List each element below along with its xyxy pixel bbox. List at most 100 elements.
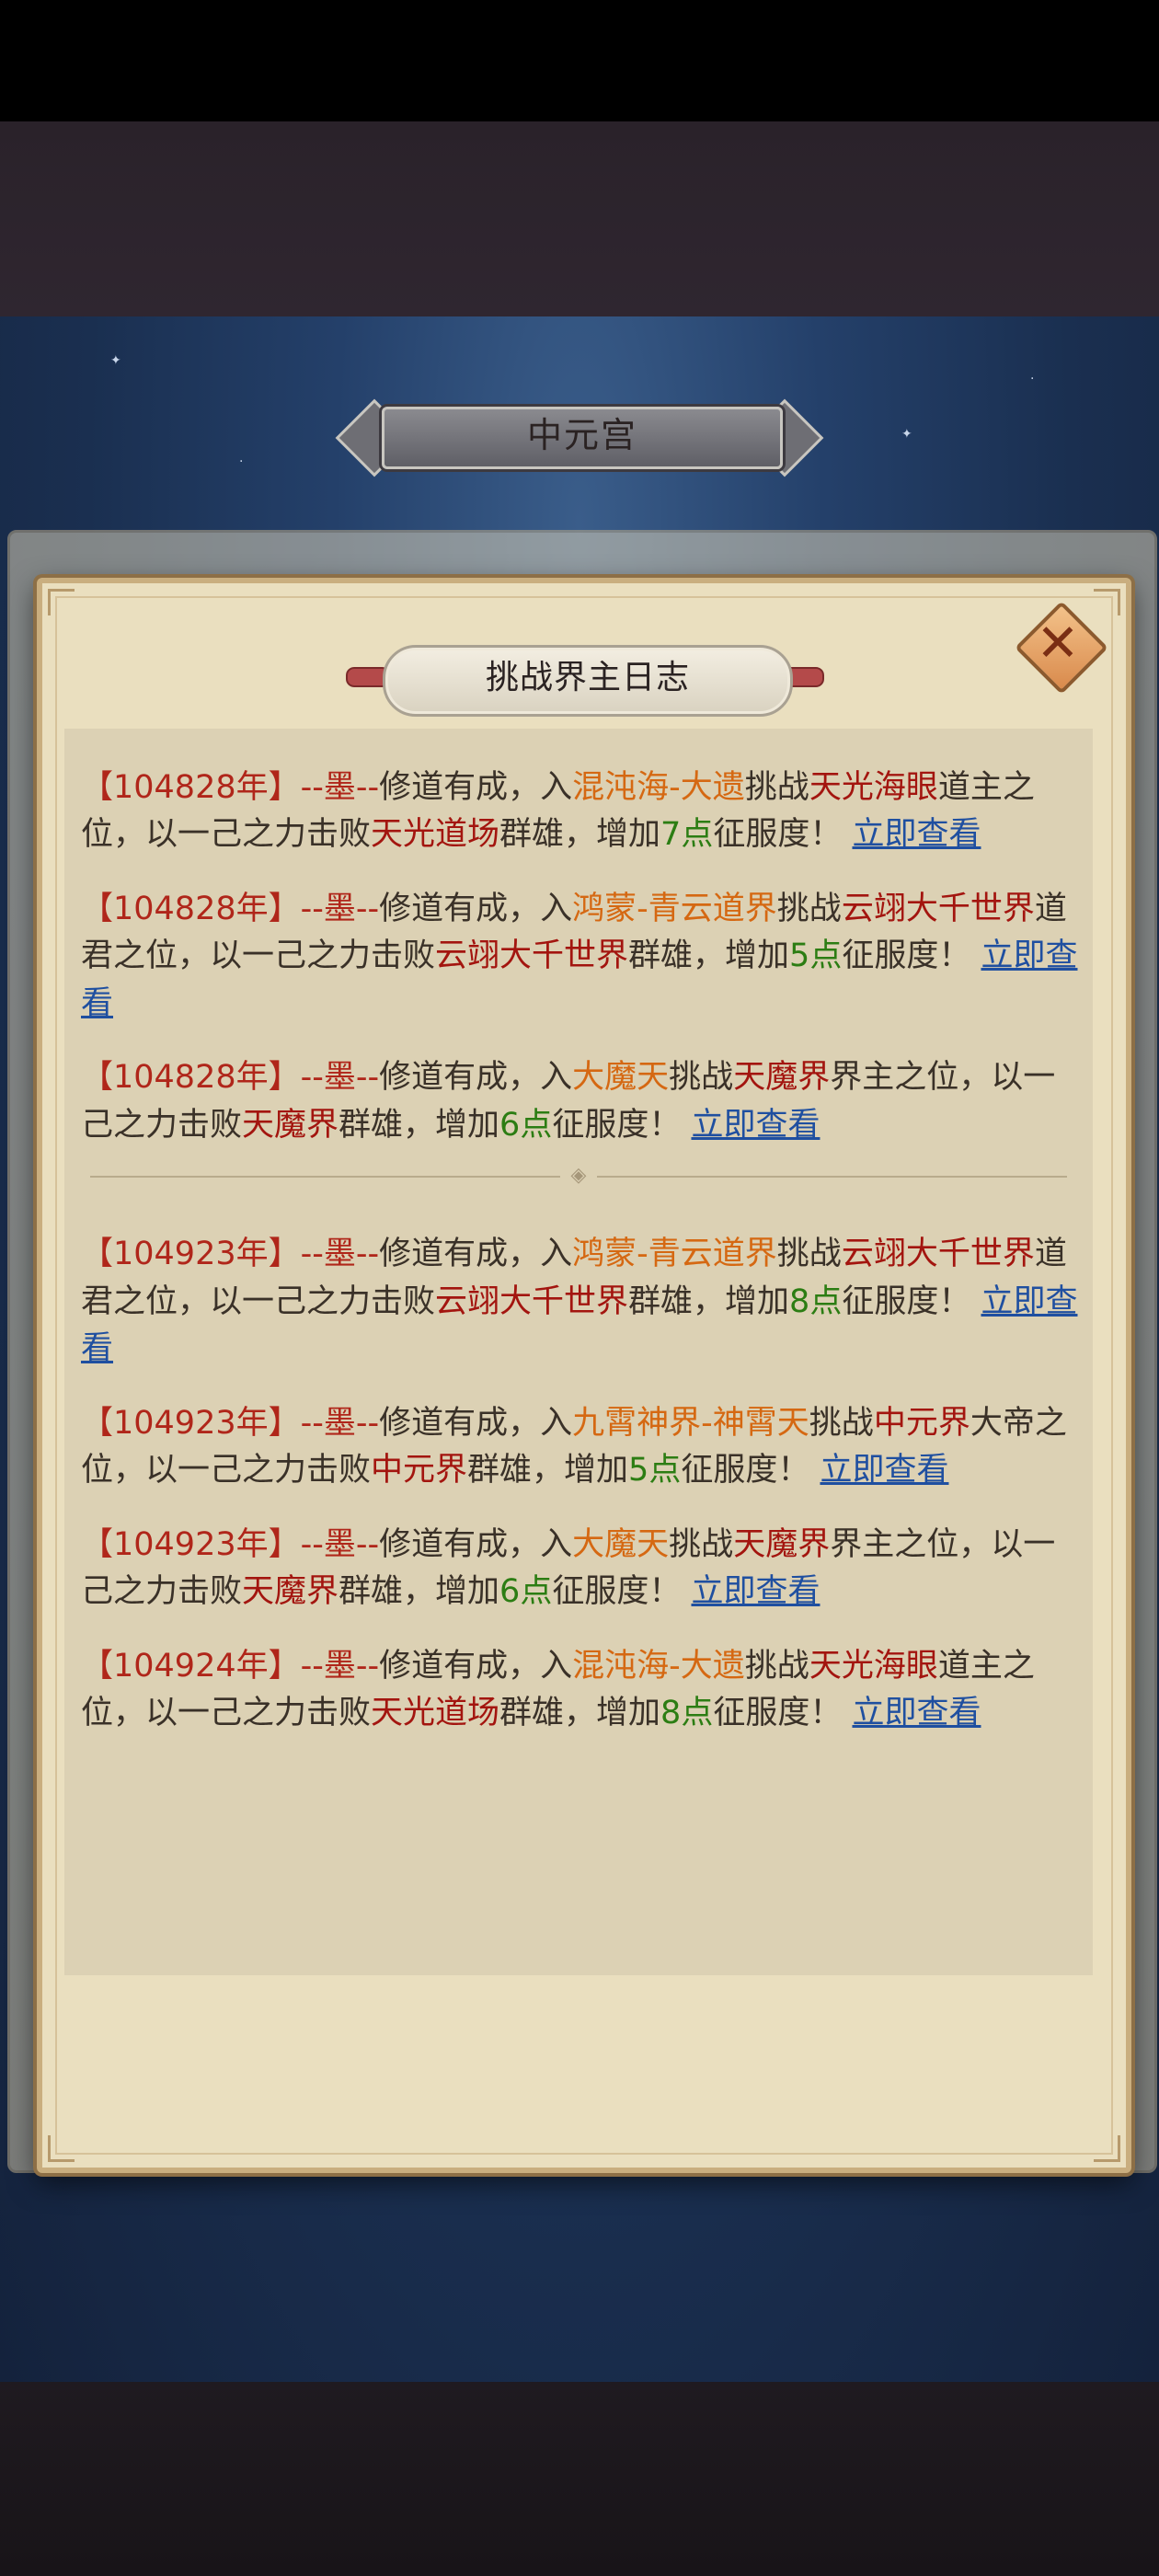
entry-text: 修道有成，入: [379, 768, 573, 806]
entry-text: 群雄，增加: [339, 1573, 500, 1610]
entry-text: 修道有成，入: [379, 890, 573, 927]
close-button[interactable]: ✕: [1015, 601, 1108, 695]
entry-text: 群雄，增加: [499, 1695, 661, 1731]
view-now-link[interactable]: 立即查看: [852, 1695, 981, 1731]
entry-text: 群雄，增加: [499, 816, 661, 853]
entry-text: 群雄，增加: [628, 937, 790, 974]
points-value: 5点: [789, 937, 843, 974]
dialog-title-plate: 挑战界主日志: [346, 641, 824, 717]
view-now-link[interactable]: 立即查看: [820, 1452, 948, 1489]
realm-name: 云翊大千世界: [435, 937, 629, 974]
entry-text: 修道有成，入: [379, 1236, 573, 1272]
entry-text: 征服度！: [713, 1695, 853, 1731]
entry-year: 【104923年】: [81, 1236, 301, 1272]
location-name: 九霄神界-神霄天: [572, 1404, 809, 1442]
entry-text: 修道有成，入: [379, 1647, 573, 1685]
log-entry: 【104924年】--墨--修道有成，入混沌海-大遗挑战天光海眼道主之位，以一己…: [64, 1643, 1093, 1738]
entry-year: 【104828年】: [81, 890, 301, 927]
view-now-link[interactable]: 立即查看: [938, 729, 1067, 731]
log-entry: 界大帝之位，以一己之力击败中元界群雄，增加5点征服度！立即查看: [64, 729, 1093, 738]
points-value: 8点: [660, 1695, 714, 1731]
log-scroll-content: 界大帝之位，以一己之力击败中元界群雄，增加5点征服度！立即查看【104828年】…: [64, 729, 1093, 1765]
log-list[interactable]: 界大帝之位，以一己之力击败中元界群雄，增加5点征服度！立即查看【104828年】…: [64, 729, 1093, 1975]
section-divider: ◈: [90, 1165, 1067, 1187]
player-name: --墨--: [300, 890, 380, 927]
location-name: 鸿蒙-青云道界: [572, 890, 777, 927]
player-name: --墨--: [300, 1059, 380, 1096]
points-value: 6点: [499, 1106, 553, 1144]
location-name: 大魔天: [572, 1525, 670, 1563]
realm-name: 云翊大千世界: [841, 1236, 1035, 1272]
entry-text: 征服度！: [552, 1106, 692, 1144]
header-background: [0, 121, 1159, 320]
entry-year: 【104924年】: [81, 1647, 301, 1685]
entry-text: 挑战: [669, 1059, 734, 1096]
entry-text: 挑战: [809, 1404, 874, 1442]
realm-name: 中元界: [371, 1452, 468, 1489]
entry-text: 挑战: [669, 1525, 734, 1563]
log-entry: 【104923年】--墨--修道有成，入九霄神界-神霄天挑战中元界大帝之位，以一…: [64, 1400, 1093, 1495]
realm-name: 云翊大千世界: [841, 890, 1035, 927]
entry-text: 群雄，增加: [596, 729, 757, 731]
location-name: 混沌海-大遗: [572, 1647, 745, 1685]
page-title: 中元宫: [526, 415, 637, 455]
player-name: --墨--: [300, 1404, 380, 1442]
realm-name: 天魔界: [242, 1106, 339, 1144]
corner-ornament: [1094, 2135, 1120, 2162]
entry-text: 征服度！: [842, 937, 981, 974]
top-black-band: [0, 0, 1159, 121]
entry-text: 征服度！: [842, 1282, 981, 1320]
corner-ornament: [48, 2135, 75, 2162]
realm-name: 中元界: [873, 1404, 970, 1442]
realm-name: 天魔界: [733, 1059, 831, 1096]
star-decoration: ✦: [110, 353, 121, 368]
log-entry: 【104923年】--墨--修道有成，入大魔天挑战天魔界界主之位，以一己之力击败…: [64, 1522, 1093, 1616]
view-now-link[interactable]: 立即查看: [691, 1107, 820, 1144]
entry-year: 【104923年】: [81, 1525, 301, 1563]
log-entry: 【104923年】--墨--修道有成，入鸿蒙-青云道界挑战云翊大千世界道君之位，…: [64, 1231, 1093, 1374]
realm-name: 云翊大千世界: [435, 1282, 629, 1320]
player-name: --墨--: [300, 1236, 380, 1272]
entry-text: 征服度！: [681, 1452, 820, 1489]
player-name: --墨--: [300, 1647, 380, 1685]
entry-text: 挑战: [744, 768, 809, 806]
entry-text: 修道有成，入: [379, 1404, 573, 1442]
realm-name: 中元界: [499, 729, 596, 731]
entry-text: 修道有成，入: [379, 1059, 573, 1096]
points-value: 5点: [628, 1452, 682, 1489]
log-entry: 【104828年】--墨--修道有成，入混沌海-大遗挑战天光海眼道主之位，以一己…: [64, 765, 1093, 859]
close-icon: ✕: [1036, 614, 1080, 673]
entry-text: 群雄，增加: [467, 1452, 629, 1489]
star-decoration: ·: [239, 454, 244, 469]
entry-text: 修道有成，入: [379, 1525, 573, 1563]
realm-name: 天光海眼: [809, 768, 938, 806]
view-now-link[interactable]: 立即查看: [852, 816, 981, 853]
realm-name: 天光道场: [371, 816, 500, 853]
points-value: 6点: [499, 1573, 553, 1610]
star-decoration: ✦: [901, 427, 912, 442]
log-entry: 【104828年】--墨--修道有成，入鸿蒙-青云道界挑战云翊大千世界道君之位，…: [64, 886, 1093, 1029]
log-entry: 【104828年】--墨--修道有成，入大魔天挑战天魔界界主之位，以一己之力击败…: [64, 1054, 1093, 1149]
entry-text: 界大帝之位，以一己之力击败: [81, 729, 499, 731]
entry-year: 【104828年】: [81, 1059, 301, 1096]
realm-name: 天光道场: [371, 1695, 500, 1731]
realm-name: 天魔界: [733, 1525, 831, 1563]
entry-text: 征服度！: [809, 729, 938, 731]
realm-name: 天魔界: [242, 1573, 339, 1610]
entry-text: 征服度！: [552, 1573, 692, 1610]
location-name: 混沌海-大遗: [572, 768, 745, 806]
corner-ornament: [48, 589, 75, 615]
entry-year: 【104828年】: [81, 768, 301, 806]
entry-text: 征服度！: [713, 816, 853, 853]
entry-text: 群雄，增加: [628, 1282, 790, 1320]
dialog-title: 挑战界主日志: [485, 659, 690, 696]
view-now-link[interactable]: 立即查看: [691, 1573, 820, 1610]
points-value: 7点: [660, 816, 714, 853]
location-name: 鸿蒙-青云道界: [572, 1236, 777, 1272]
player-name: --墨--: [300, 1525, 380, 1563]
points-value: 8点: [789, 1282, 843, 1320]
bottom-band: [0, 2382, 1159, 2576]
entry-text: 挑战: [776, 1236, 842, 1272]
divider-ornament: ◈: [560, 1165, 597, 1187]
entry-text: 挑战: [776, 890, 842, 927]
